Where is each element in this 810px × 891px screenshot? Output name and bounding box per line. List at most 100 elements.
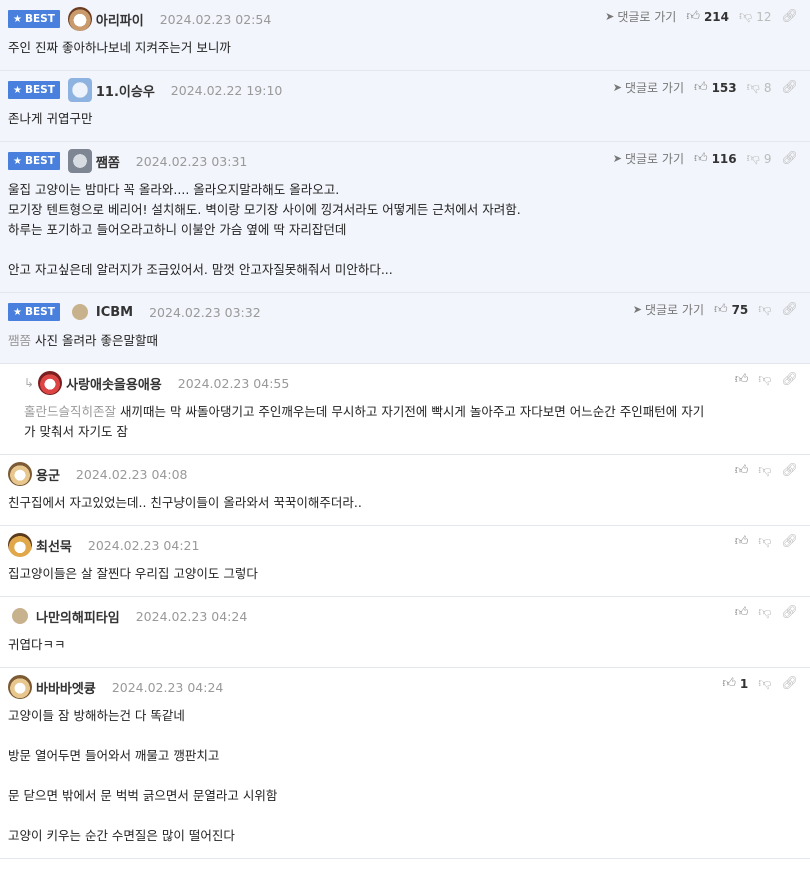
link-icon[interactable]: 🔗︎ <box>781 80 798 95</box>
downvote-button[interactable]: 👎︎ <box>758 676 771 691</box>
upvote-button[interactable]: 👍︎ 1 <box>722 676 748 691</box>
nickname[interactable]: 쨈쫌 <box>96 152 120 171</box>
comment-header: 용군 2024.02.23 04:08 <box>8 455 802 493</box>
go-to-reply-label: 댓글로 가기 <box>624 81 684 95</box>
mention-nick[interactable]: 쨈쫌 <box>8 333 31 348</box>
upvote-button[interactable]: 👍︎ 153 <box>694 80 737 95</box>
downvote-button[interactable]: 👎︎ <box>758 372 771 387</box>
best-comment: ★ BEST ICBM 2024.02.23 03:32 ➤ 댓글로 가기 👍︎ 75 👎︎ 🔗︎… <box>0 293 810 364</box>
reply-comment: ↳ 사랑애솟을용애용 2024.02.23 04:55 👍︎ 👎︎ 🔗︎ 홀란드슬직히존잘 새… <box>0 364 810 455</box>
best-badge: ★ BEST <box>8 303 60 321</box>
comment-body: 홀란드슬직히존잘 새끼때는 막 싸돌아댕기고 주인깨우는데 무시하고 자기전에 빡… <box>24 402 802 454</box>
avatar[interactable] <box>8 533 32 557</box>
nickname[interactable]: 아리파이 <box>96 10 144 29</box>
nickname[interactable]: 최선묵 <box>36 536 72 555</box>
thumbs-up-icon: 👍︎ <box>722 676 736 691</box>
link-icon[interactable]: 🔗︎ <box>781 151 798 166</box>
link-icon[interactable]: 🔗︎ <box>781 534 798 549</box>
upvote-button[interactable]: 👍︎ <box>735 605 749 620</box>
downvote-button[interactable]: 👎︎ 9 <box>747 151 772 166</box>
avatar[interactable] <box>67 149 92 173</box>
link-icon[interactable]: 🔗︎ <box>781 9 798 24</box>
comment-date: 2024.02.23 04:24 <box>135 608 248 624</box>
comment-actions: ➤ 댓글로 가기 👍︎ 153 👎︎ 8 🔗︎ <box>613 79 798 96</box>
go-to-reply-link[interactable]: ➤ 댓글로 가기 <box>613 150 684 167</box>
thumbs-down-icon: 👎︎ <box>758 372 772 387</box>
comment-actions: ➤ 댓글로 가기 👍︎ 116 👎︎ 9 🔗︎ <box>613 150 798 167</box>
upvote-button[interactable]: 👍︎ <box>735 534 749 549</box>
upvote-count: 75 <box>731 302 749 317</box>
upvote-count: 1 <box>739 676 749 691</box>
avatar[interactable] <box>71 304 88 320</box>
downvote-button[interactable]: 👎︎ 8 <box>747 80 772 95</box>
avatar[interactable] <box>67 78 92 102</box>
nickname[interactable]: 나만의해피타임 <box>36 607 120 626</box>
best-badge: ★ BEST <box>8 152 60 170</box>
link-icon[interactable]: 🔗︎ <box>781 463 798 478</box>
comment-date: 2024.02.23 03:31 <box>135 153 248 169</box>
upvote-button[interactable]: 👍︎ <box>735 372 749 387</box>
comment-body: 고양이들 잠 방해하는건 다 똑같네 방문 열어두면 들어와서 깨물고 깽판치고 문… <box>8 706 802 858</box>
downvote-button[interactable]: 👎︎ 12 <box>739 9 771 24</box>
downvote-button[interactable]: 👎︎ <box>758 605 771 620</box>
comment-actions: 👍︎ 👎︎ 🔗︎ <box>735 463 798 478</box>
go-to-reply-link[interactable]: ➤ 댓글로 가기 <box>605 8 676 25</box>
comment: 나만의해피타임 2024.02.23 04:24 👍︎ 👎︎ 🔗︎ 귀엽다ㅋㅋ <box>0 597 810 668</box>
comment-body: 친구집에서 자고있었는데.. 친구냥이들이 올라와서 꾹꾹이해주더라.. <box>8 493 802 525</box>
comment: 용군 2024.02.23 04:08 👍︎ 👎︎ 🔗︎ 친구집에서 자고있었는데.. 친… <box>0 455 810 526</box>
thumbs-up-icon: 👍︎ <box>734 605 749 620</box>
upvote-button[interactable]: 👍︎ 75 <box>714 302 748 317</box>
upvote-button[interactable]: 👍︎ 214 <box>686 9 729 24</box>
go-to-reply-label: 댓글로 가기 <box>644 303 704 317</box>
nickname[interactable]: 바바바엣큥 <box>36 678 96 697</box>
avatar[interactable] <box>67 7 92 31</box>
nickname[interactable]: 사랑애솟을용애용 <box>66 374 162 393</box>
comment-actions: 👍︎ 👎︎ 🔗︎ <box>735 534 798 549</box>
downvote-count: 9 <box>763 151 772 166</box>
thumbs-up-icon: 👍︎ <box>693 80 708 95</box>
upvote-count: 153 <box>711 80 737 95</box>
go-to-reply-label: 댓글로 가기 <box>617 10 677 24</box>
comment-date: 2024.02.23 04:55 <box>177 375 290 391</box>
comment-body: 집고양이들은 살 잘찐다 우리집 고양이도 그렇다 <box>8 564 802 596</box>
mention-nick[interactable]: 홀란드슬직히존잘 <box>24 404 116 419</box>
downvote-button[interactable]: 👎︎ <box>758 534 771 549</box>
link-icon[interactable]: 🔗︎ <box>781 605 798 620</box>
upvote-button[interactable]: 👍︎ 116 <box>694 151 737 166</box>
avatar[interactable] <box>12 608 28 624</box>
comment-line <box>8 240 802 260</box>
avatar[interactable] <box>8 675 32 699</box>
comment-line: 주인 진짜 좋아하나보네 지켜주는거 보니까 <box>8 40 231 55</box>
best-label: BEST <box>24 155 55 167</box>
upvote-button[interactable]: 👍︎ <box>735 463 749 478</box>
nickname[interactable]: 용군 <box>36 465 60 484</box>
avatar[interactable] <box>8 462 32 486</box>
nickname[interactable]: 11.이승우 <box>96 81 155 100</box>
best-label: BEST <box>24 13 55 25</box>
downvote-button[interactable]: 👎︎ <box>758 302 771 317</box>
go-to-reply-link[interactable]: ➤ 댓글로 가기 <box>613 79 684 96</box>
comment-line: 하루는 포기하고 들어오라고하니 이불안 가슴 옆에 딱 자리잡던데 <box>8 222 347 237</box>
comment-date: 2024.02.22 19:10 <box>170 82 283 98</box>
comment-line <box>8 806 802 826</box>
link-icon[interactable]: 🔗︎ <box>781 302 798 317</box>
nickname[interactable]: ICBM <box>96 305 133 320</box>
thumbs-up-icon: 👍︎ <box>686 9 700 24</box>
comment-line: 문 닫으면 밖에서 문 벅벅 긁으면서 문열라고 시위함 <box>8 788 278 803</box>
best-label: BEST <box>24 84 55 96</box>
comment-line: 방문 열어두면 들어와서 깨물고 깽판치고 <box>8 748 220 763</box>
go-to-reply-link[interactable]: ➤ 댓글로 가기 <box>633 301 704 318</box>
link-icon[interactable]: 🔗︎ <box>781 676 798 691</box>
star-icon: ★ <box>13 13 22 25</box>
comment-line: 모기장 텐트형으로 베리어! 설치해도. 벽이랑 모기장 사이에 낑겨서라도 어… <box>8 202 521 217</box>
comment-line: 쨈쫌 사진 올려라 좋은말할때 <box>8 333 158 348</box>
comment-date: 2024.02.23 04:08 <box>75 466 188 482</box>
link-icon[interactable]: 🔗︎ <box>781 372 798 387</box>
comment-body: 쨈쫌 사진 올려라 좋은말할때 <box>8 331 802 363</box>
comment-actions: ➤ 댓글로 가기 👍︎ 214 👎︎ 12 🔗︎ <box>605 8 798 25</box>
comment-line <box>8 726 802 746</box>
avatar[interactable] <box>38 371 63 395</box>
thumbs-down-icon: 👎︎ <box>739 9 753 24</box>
comment-actions: ➤ 댓글로 가기 👍︎ 75 👎︎ 🔗︎ <box>633 301 798 318</box>
downvote-button[interactable]: 👎︎ <box>758 463 771 478</box>
